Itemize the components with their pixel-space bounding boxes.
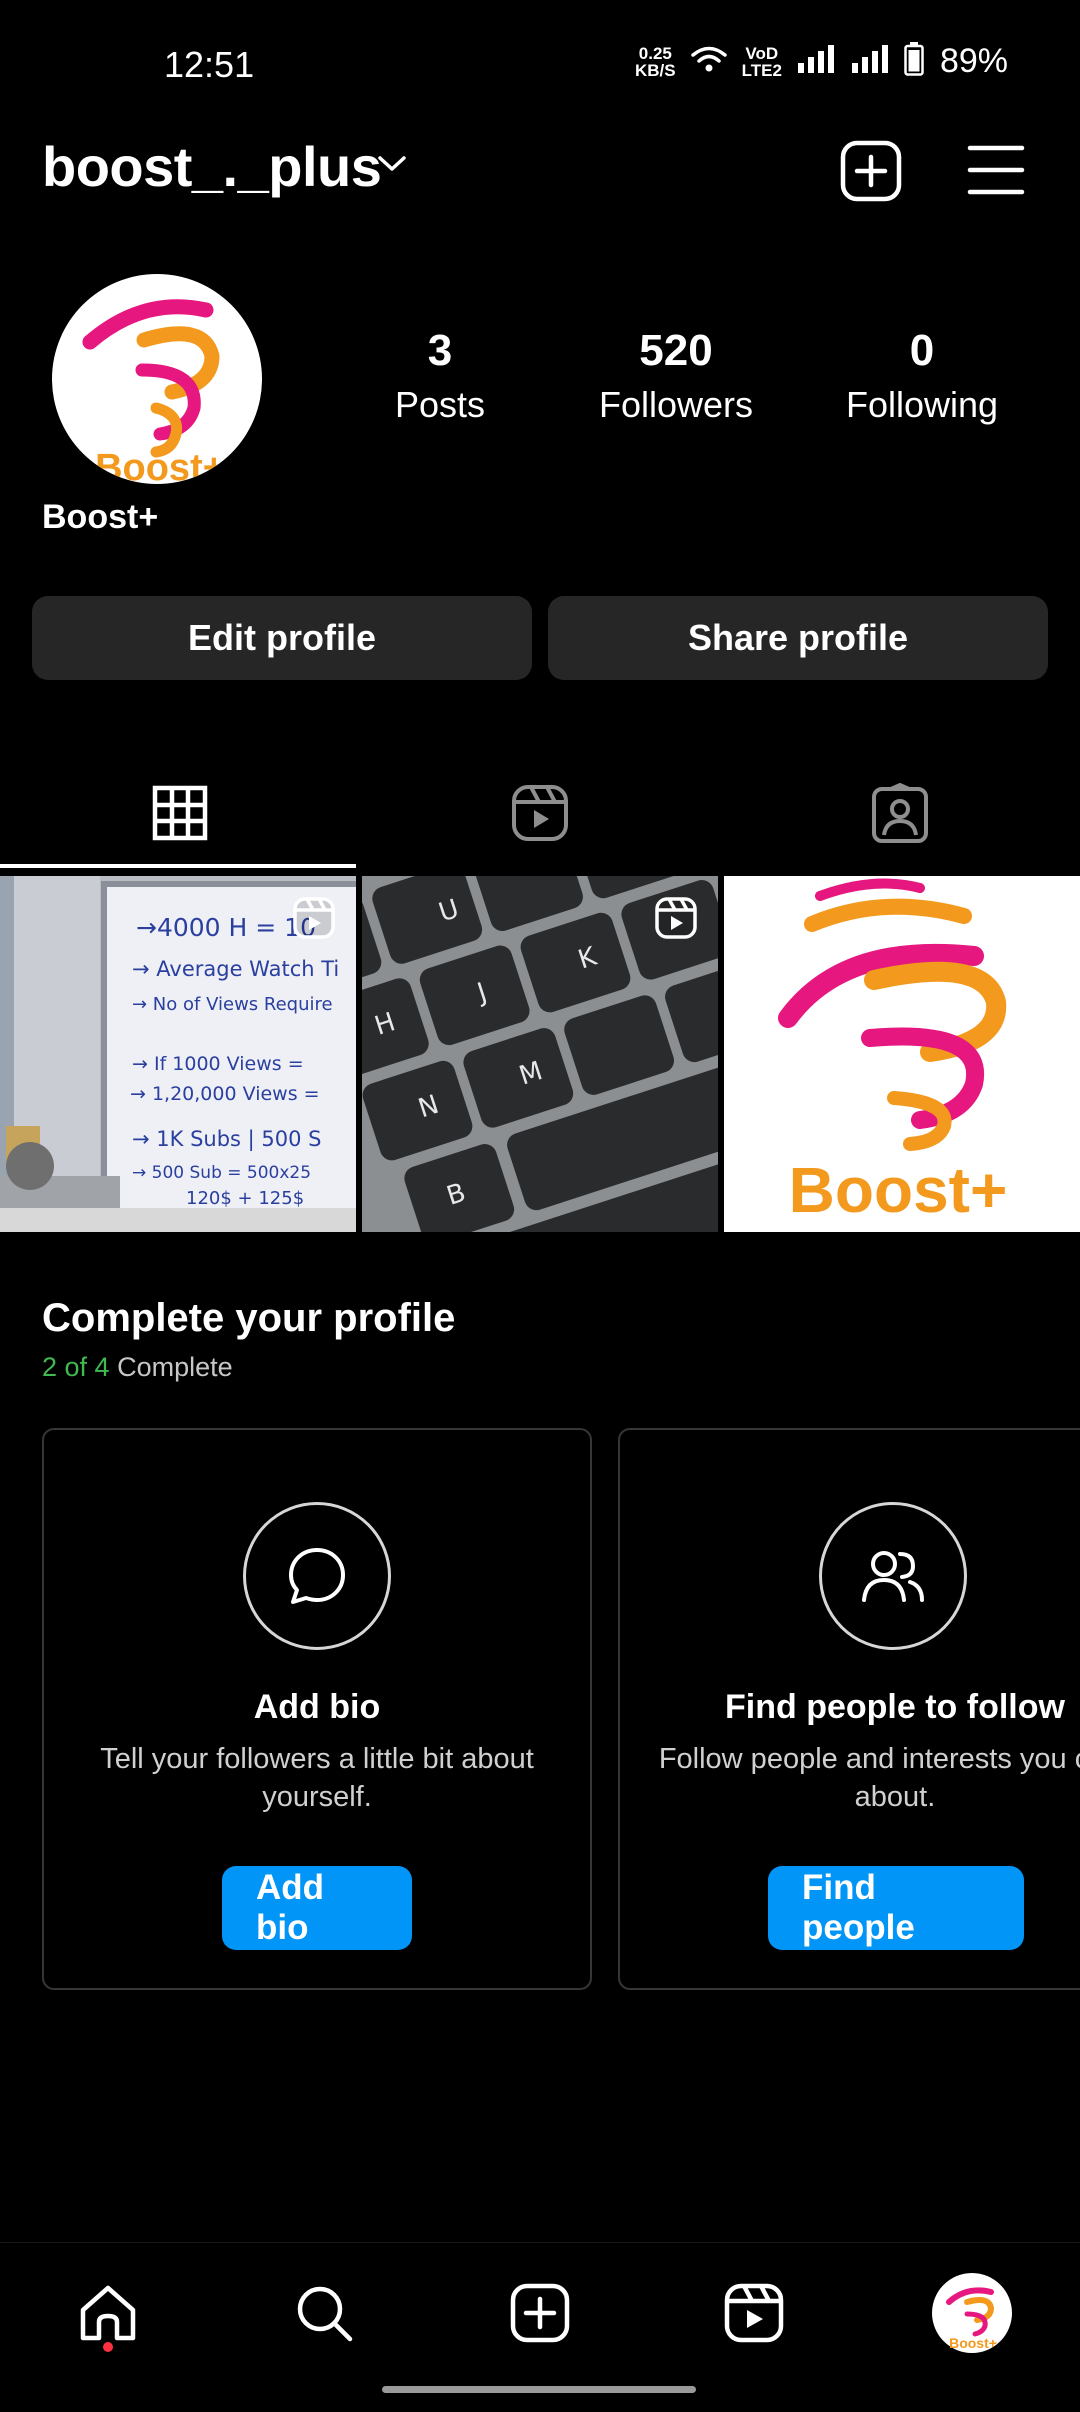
add-bio-description: Tell your followers a little bit about y…	[100, 1743, 534, 1813]
add-bio-title: Add bio	[253, 1688, 381, 1726]
tagged-icon	[871, 782, 929, 848]
whiteboard-line-7: → 500 Sub = 500x25	[132, 1163, 311, 1183]
find-people-description: Follow people and interests you care abo…	[658, 1743, 1080, 1813]
nav-create[interactable]	[490, 2265, 590, 2365]
edit-profile-button[interactable]: Edit profile	[32, 596, 532, 680]
volte-top: VoD	[745, 43, 779, 63]
followers-count: 520	[639, 326, 713, 375]
tab-tagged[interactable]	[720, 760, 1080, 870]
complete-profile-progress: 2 of 4 Complete	[42, 1352, 233, 1383]
reel-badge-icon	[654, 896, 698, 945]
whiteboard-line-1: →4000 H = 10	[136, 913, 316, 942]
avatar-logo-text: Boost+	[95, 447, 225, 484]
display-name: Boost+	[42, 498, 159, 536]
post-thumbnail-keyboard[interactable]: Y U J K H N M B	[362, 876, 718, 1232]
profile-header: boost_._plus	[0, 128, 1080, 212]
battery-icon	[904, 42, 924, 81]
signal-icon-2	[850, 45, 890, 78]
battery-percent: 89%	[939, 42, 1008, 80]
create-post-icon[interactable]	[840, 140, 902, 207]
add-bio-card: Add bio Tell your followers a little bit…	[42, 1428, 592, 1990]
stat-posts[interactable]: 3 Posts	[340, 326, 540, 426]
add-bio-button[interactable]: Add bio	[222, 1866, 412, 1950]
find-people-title: Find people to follow	[725, 1688, 1065, 1726]
posts-count: 3	[427, 326, 453, 375]
avatar[interactable]: Boost+	[52, 274, 262, 484]
create-icon	[510, 2283, 570, 2348]
profile-avatar-icon: Boost+	[931, 2272, 1013, 2359]
reels-icon	[724, 2283, 784, 2348]
posts-grid: →4000 H = 10 → Average Watch Ti → No of …	[0, 876, 1080, 1232]
find-people-card: Find people to follow Follow people and …	[618, 1428, 1080, 1990]
status-icons: 0.25 KB/S VoD LTE2 89%	[635, 42, 1008, 81]
whiteboard-line-2: → Average Watch Ti	[132, 957, 339, 981]
whiteboard-line-6: → 1K Subs | 500 S	[132, 1127, 322, 1152]
status-time: 12:51	[164, 44, 255, 85]
nav-avatar-text: Boost+	[949, 2335, 997, 2351]
reels-icon	[511, 784, 569, 847]
home-notification-dot	[103, 2342, 113, 2352]
chat-bubble-icon	[243, 1502, 391, 1650]
active-tab-indicator	[0, 864, 356, 868]
wifi-icon	[690, 44, 728, 79]
gesture-navigation-bar[interactable]	[382, 2386, 696, 2393]
profile-tabs	[0, 760, 1080, 870]
people-icon	[819, 1502, 967, 1650]
status-bar: 12:51 0.25 KB/S VoD LTE2 89%	[0, 0, 1080, 128]
following-label: Following	[845, 384, 999, 425]
tab-reels[interactable]	[360, 760, 720, 870]
username[interactable]: boost_._plus	[42, 134, 382, 199]
signal-icon	[796, 45, 836, 78]
nav-profile[interactable]: Boost+	[922, 2265, 1022, 2365]
following-count: 0	[909, 326, 935, 375]
nav-search[interactable]	[274, 2265, 374, 2365]
progress-count: 2 of 4	[42, 1352, 110, 1382]
tab-posts-grid[interactable]	[0, 760, 360, 870]
search-icon	[294, 2283, 354, 2348]
find-people-button[interactable]: Find people	[768, 1866, 1024, 1950]
post-thumbnail-logo[interactable]: Boost+	[724, 876, 1080, 1232]
post-thumbnail-whiteboard[interactable]: →4000 H = 10 → Average Watch Ti → No of …	[0, 876, 356, 1232]
volte-bottom: LTE2	[741, 60, 782, 80]
network-speed: 0.25 KB/S	[635, 45, 676, 79]
logo-post-text: Boost+	[789, 1154, 1008, 1226]
progress-label: Complete	[109, 1352, 233, 1382]
whiteboard-line-5: → 1,20,000 Views =	[130, 1083, 320, 1105]
grid-icon	[152, 785, 208, 846]
whiteboard-line-3: → No of Views Require	[132, 994, 333, 1015]
followers-label: Followers	[598, 384, 754, 425]
home-icon	[77, 2282, 139, 2349]
volte-indicator: VoD LTE2	[742, 45, 782, 79]
complete-profile-title: Complete your profile	[42, 1296, 456, 1340]
whiteboard-line-8: 120$ + 125$	[186, 1188, 304, 1209]
reel-badge-icon	[292, 896, 336, 945]
posts-label: Posts	[394, 384, 486, 425]
profile-stats: 3 Posts 520 Followers 0 Following	[340, 326, 1040, 436]
chevron-down-icon[interactable]	[376, 154, 408, 179]
net-speed-unit: KB/S	[635, 60, 676, 80]
nav-reels[interactable]	[704, 2265, 804, 2365]
stat-following[interactable]: 0 Following	[822, 326, 1022, 426]
whiteboard-line-4: → If 1000 Views =	[132, 1053, 304, 1075]
share-profile-button[interactable]: Share profile	[548, 596, 1048, 680]
menu-icon[interactable]	[966, 142, 1026, 203]
net-speed-value: 0.25	[638, 43, 672, 63]
stat-followers[interactable]: 520 Followers	[576, 326, 776, 426]
